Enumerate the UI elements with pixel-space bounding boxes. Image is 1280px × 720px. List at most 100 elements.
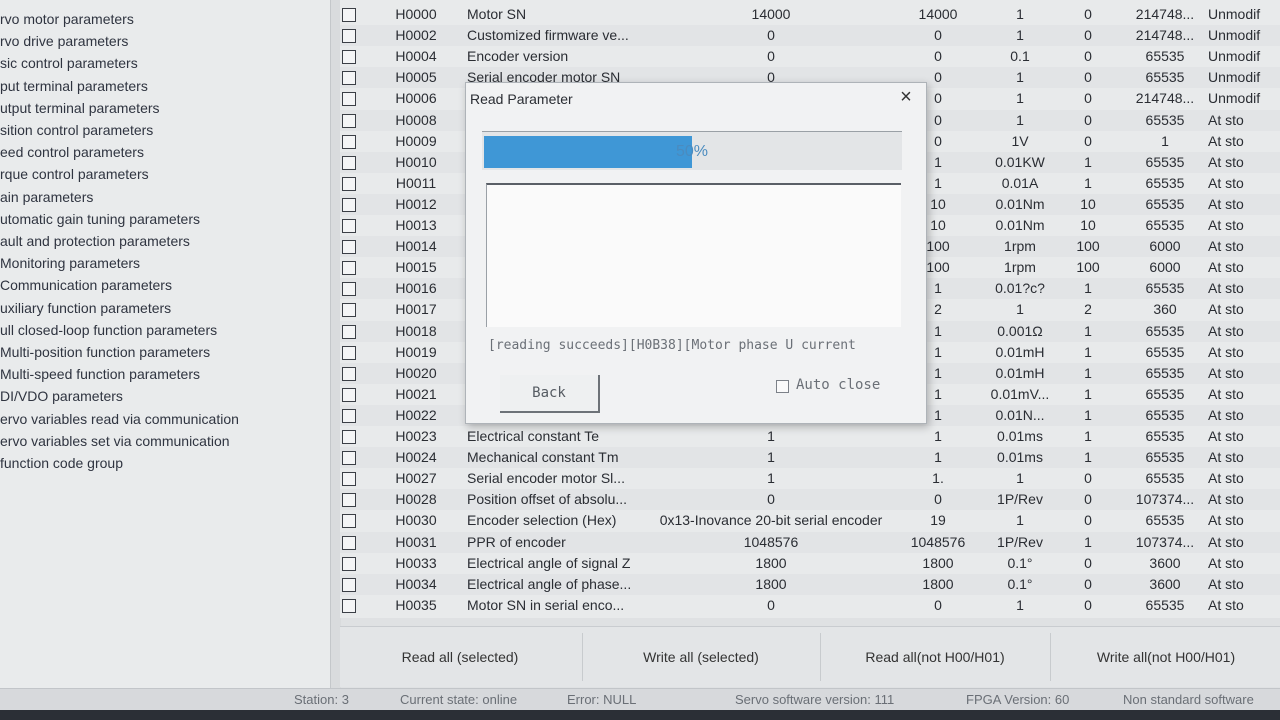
row-select-checkbox[interactable] [342,8,356,22]
row-select-checkbox[interactable] [342,176,356,191]
row-select-checkbox[interactable] [342,387,356,402]
row-select-checkbox[interactable] [342,303,356,318]
auto-close-checkbox[interactable] [776,380,789,393]
row-select-checkbox[interactable] [342,155,356,170]
row-select-checkbox[interactable] [342,556,356,571]
row-select-checkbox[interactable] [342,324,356,339]
row-select-checkbox[interactable] [342,345,356,360]
tree-item-group[interactable]: rque control parameters [0,163,149,185]
table-row[interactable]: H0034 Electrical angle of phase... 1800 180… [340,573,1280,595]
tree-item-group[interactable]: ain parameters [0,186,93,208]
row-select-checkbox[interactable] [342,113,356,128]
table-row[interactable]: H0028 Position offset of absolu... 0 0 1P/Re… [340,489,1280,511]
parameter-value[interactable]: 1 [650,447,892,468]
read-progress-bar: 50% [482,131,902,170]
tree-item-group[interactable]: ull closed-loop function parameters [0,319,217,341]
tree-item-group[interactable]: function code group [0,452,123,474]
row-select-checkbox[interactable] [342,408,356,423]
row-select-checkbox[interactable] [342,514,356,529]
row-select-checkbox[interactable] [342,493,356,508]
parameter-value[interactable]: 0 [650,489,892,510]
table-row[interactable]: H0035 Motor SN in serial enco... 0 0 1 0 65535… [340,595,1280,616]
table-row[interactable]: H0033 Electrical angle of signal Z 1800 180… [340,553,1280,574]
tree-item-group[interactable]: rvo motor parameters [0,8,134,30]
row-select-cell [340,363,360,384]
parameter-max: 107374... [1135,491,1195,508]
parameter-value[interactable]: 1048576 [650,532,892,553]
tree-item-group[interactable]: utomatic gain tuning parameters [0,208,200,230]
tree-item-group[interactable]: sic control parameters [0,52,138,74]
row-select-checkbox[interactable] [342,261,356,276]
tree-item-group[interactable]: ervo variables read via communication [0,408,239,430]
row-select-checkbox[interactable] [342,472,356,487]
parameter-value[interactable]: 1800 [650,553,892,574]
parameter-value[interactable]: 0 [650,46,892,67]
tree-item-group[interactable]: sition control parameters [0,119,153,141]
back-button[interactable]: Back [500,375,600,413]
parameter-value[interactable]: 1800 [650,574,892,595]
parameter-value[interactable]: 0x13-Inovance 20-bit serial encoder [650,510,892,531]
row-select-checkbox[interactable] [342,29,356,44]
table-row[interactable]: H0031 PPR of encoder 1048576 1048576 1P/Rev 1… [340,531,1280,553]
parameter-group-tree: rvo motor parameters rvo drive parameters… [0,0,330,688]
tree-item-group[interactable]: utput terminal parameters [0,97,160,119]
tree-item-group[interactable]: rvo drive parameters [0,30,128,52]
read-parameter-dialog: Read Parameter × 50% [reading succeeds][… [465,82,927,424]
tree-item-group[interactable]: eed control parameters [0,141,144,163]
write-all-not-h00-button[interactable]: Write all(not H00/H01) [1052,627,1280,687]
parameter-min: 1 [1084,533,1092,550]
read-all-not-h00-button[interactable]: Read all(not H00/H01) [822,627,1048,687]
close-icon[interactable]: × [894,85,918,109]
auto-close-label[interactable]: Auto close [796,377,880,393]
table-row[interactable]: H0027 Serial encoder motor Sl... 1 1. 1 0 6553… [340,468,1280,489]
row-select-checkbox[interactable] [342,598,356,613]
parameter-value[interactable]: 1 [650,468,892,489]
tree-item-group[interactable]: ervo variables set via communication [0,430,230,452]
button-divider [582,633,583,681]
row-select-checkbox[interactable] [342,577,356,592]
read-all-selected-button[interactable]: Read all (selected) [340,627,580,687]
parameter-code: H0011 [395,174,437,191]
tree-item-group[interactable]: put terminal parameters [0,75,148,97]
parameter-value[interactable]: 14000 [650,4,892,25]
tree-item-group[interactable]: Monitoring parameters [0,252,140,274]
table-row[interactable]: H0023 Electrical constant Te 1 1 0.01ms 1 6553… [340,426,1280,447]
row-select-checkbox[interactable] [342,71,356,86]
parameter-min: 100 [1076,238,1100,255]
taskbar-strip [0,710,1280,720]
parameter-default: 14000 [918,6,958,22]
tree-item-group[interactable]: Multi-position function parameters [0,341,210,363]
parameter-change-mode: At sto [1208,575,1244,592]
row-select-checkbox[interactable] [342,451,356,466]
row-select-checkbox[interactable] [342,197,356,212]
row-select-checkbox[interactable] [342,219,356,233]
row-select-checkbox[interactable] [342,535,356,550]
row-select-checkbox[interactable] [342,134,356,149]
parameter-change-mode: At sto [1208,195,1244,212]
table-row[interactable]: H0004 Encoder version 0 0 0.1 0 65535 Unmodif [340,46,1280,67]
tree-item-group[interactable]: DI/VDO parameters [0,385,123,407]
parameter-name: PPR of encoder [467,533,566,550]
tree-item-group[interactable]: uxiliary function parameters [0,297,171,319]
row-select-checkbox[interactable] [342,282,356,297]
tree-item-group[interactable]: Communication parameters [0,274,172,296]
parameter-value[interactable]: 0 [650,25,892,46]
tree-item-group[interactable]: ault and protection parameters [0,230,190,252]
table-row[interactable]: H0000 Motor SN 14000 14000 1 0 214748... Unmodi… [340,4,1280,25]
table-row[interactable]: H0030 Encoder selection (Hex) 0x13-Inovanc… [340,510,1280,531]
table-row[interactable]: H0002 Customized firmware ve... 0 0 1 0 214748… [340,25,1280,47]
parameter-value[interactable]: 0 [650,595,892,616]
write-all-selected-button[interactable]: Write all (selected) [584,627,818,687]
row-select-checkbox[interactable] [342,366,356,381]
row-select-checkbox[interactable] [342,240,356,255]
tree-item-group[interactable]: Multi-speed function parameters [0,363,200,385]
parameter-code: H0017 [395,301,437,318]
row-select-checkbox[interactable] [342,92,356,107]
table-row[interactable]: H0024 Mechanical constant Tm 1 1 0.01ms 1 6553… [340,447,1280,469]
parameter-value[interactable]: 1 [650,426,892,447]
row-select-cell [340,384,360,405]
parameter-default: 1 [934,449,942,466]
row-select-checkbox[interactable] [342,430,356,444]
row-select-checkbox[interactable] [342,50,356,65]
parameter-code: H0022 [395,406,437,423]
